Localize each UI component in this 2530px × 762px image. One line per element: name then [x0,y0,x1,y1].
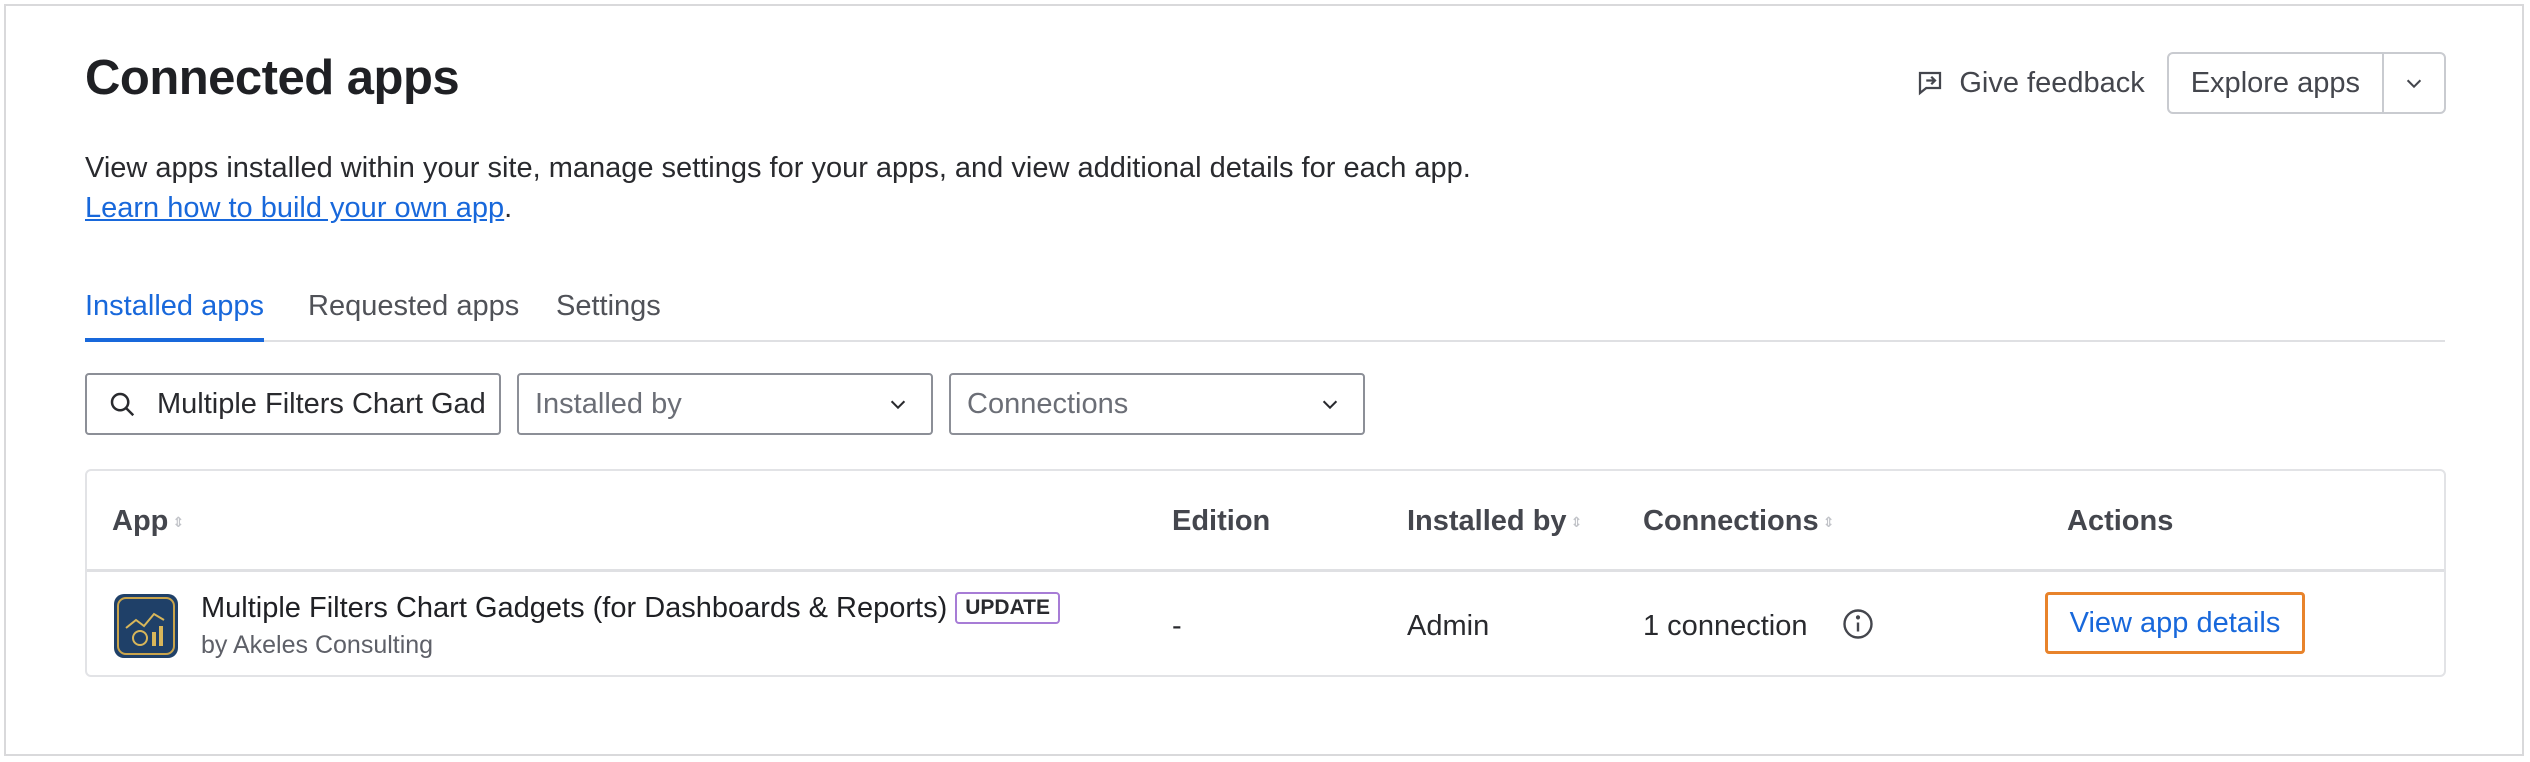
sort-icon: ⇕ [172,513,185,530]
explore-apps-group: Explore apps [2166,52,2446,114]
column-header-app[interactable]: App ⇕ [112,505,184,538]
column-header-actions: Actions [2067,505,2174,537]
filter-bar: Installed by Connections [85,373,1381,435]
explore-apps-menu-button[interactable] [2384,54,2444,112]
tab-requested-apps[interactable]: Requested apps [308,290,519,338]
learn-build-app-link[interactable]: Learn how to build your own app [85,192,504,224]
connections-select[interactable]: Connections [949,373,1365,435]
app-logo-icon [114,594,178,658]
table-row: Multiple Filters Chart Gadgets (for Dash… [87,572,2444,677]
chevron-down-icon [1322,400,1338,410]
header-actions: Give feedback Explore apps [1903,52,2446,114]
installed-by-select[interactable]: Installed by [517,373,933,435]
connections-placeholder: Connections [967,387,1129,420]
app-vendor: by Akeles Consulting [201,631,434,659]
page-title: Connected apps [85,51,460,105]
sort-icon: ⇕ [1570,513,1583,530]
column-header-installed-by[interactable]: Installed by ⇕ [1407,505,1582,538]
installed-by-placeholder: Installed by [535,387,682,420]
connections-cell: 1 connection [1643,610,1808,642]
give-feedback-label: Give feedback [1959,66,2145,99]
edition-cell: - [1172,610,1182,642]
search-input[interactable] [155,386,489,422]
search-box [85,373,501,435]
search-icon [110,392,135,417]
info-icon[interactable] [1840,606,1876,647]
page-description: View apps installed within your site, ma… [85,148,1471,228]
tab-installed-apps[interactable]: Installed apps [85,290,264,342]
description-text: View apps installed within your site, ma… [85,152,1471,184]
column-header-edition: Edition [1172,505,1271,537]
give-feedback-button[interactable]: Give feedback [1903,52,2166,114]
link-suffix: . [504,192,513,224]
tab-list: Installed apps Requested apps Settings [85,290,2445,342]
table-header: App ⇕ Edition Installed by ⇕ Connections ⇕ … [87,471,2444,572]
column-header-connections[interactable]: Connections ⇕ [1643,505,1834,538]
feedback-icon [1919,71,1942,96]
chevron-down-icon [890,400,906,410]
installed-by-cell: Admin [1407,610,1490,642]
app-name: Multiple Filters Chart Gadgets (for Dash… [201,592,1061,625]
app-name-text: Multiple Filters Chart Gadgets (for Dash… [201,592,948,624]
chevron-down-icon [2406,79,2422,89]
explore-apps-button[interactable]: Explore apps [2169,54,2384,112]
sort-icon: ⇕ [1822,513,1835,530]
tab-settings[interactable]: Settings [556,290,661,338]
view-app-details-button[interactable]: View app details [2045,592,2305,654]
apps-table: App ⇕ Edition Installed by ⇕ Connections ⇕ … [85,469,2446,677]
update-badge: UPDATE [955,592,1061,624]
